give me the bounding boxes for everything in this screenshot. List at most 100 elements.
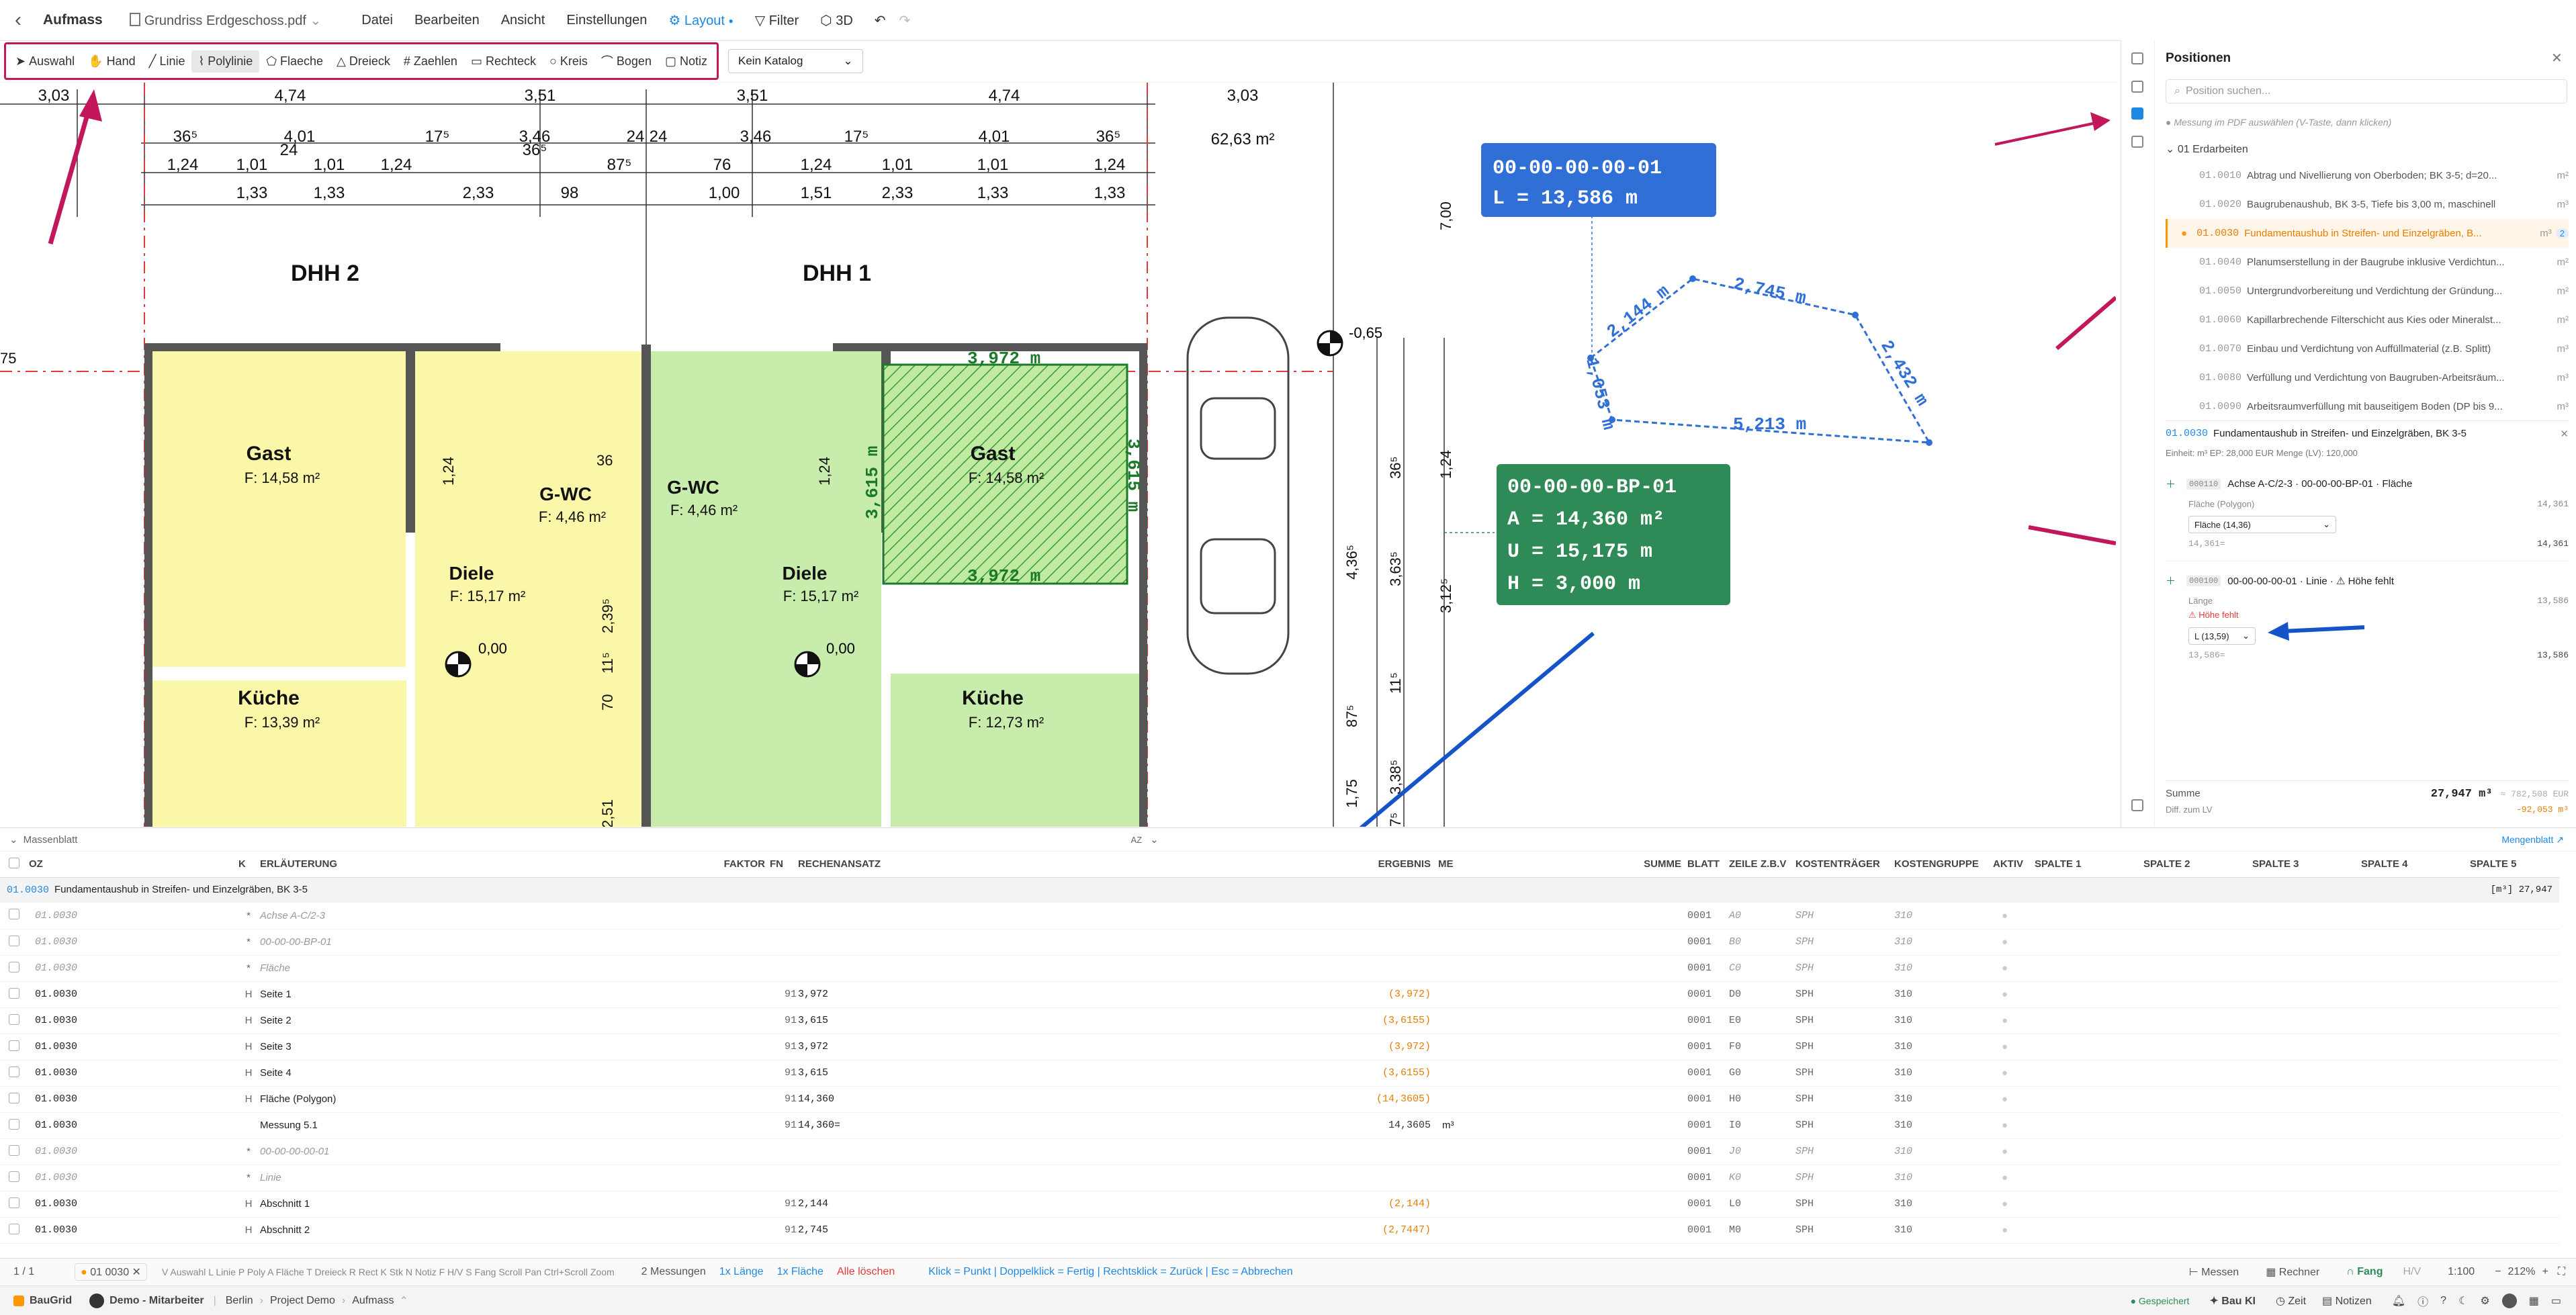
table-cell[interactable]: ● xyxy=(1992,929,2034,955)
row-checkbox[interactable] xyxy=(9,1066,19,1077)
cell-oz[interactable]: 01.0030 xyxy=(28,1112,238,1138)
cell-kt[interactable]: SPH xyxy=(1795,1191,1894,1217)
table-cell[interactable] xyxy=(0,1165,28,1191)
table-cell[interactable] xyxy=(0,1034,28,1060)
table-cell[interactable] xyxy=(2252,929,2360,955)
row-checkbox[interactable] xyxy=(9,1223,19,1234)
row-checkbox[interactable] xyxy=(9,1197,19,1208)
cell-fn[interactable] xyxy=(766,1165,797,1191)
table-row[interactable]: 01.0030 * Achse A-C/2-3 0001 A0 SPH 310 ● xyxy=(0,903,2559,929)
table-cell[interactable] xyxy=(1479,1086,1682,1112)
cell-erg[interactable]: (2,7447) xyxy=(1222,1217,1431,1243)
table-cell[interactable] xyxy=(2252,1086,2360,1112)
col-zeile[interactable]: ZEILE xyxy=(1728,852,1760,877)
table-cell[interactable]: ● xyxy=(1992,1165,2034,1191)
table-cell[interactable] xyxy=(2469,1086,2559,1112)
cell-k[interactable]: H xyxy=(238,1034,259,1060)
cell-zeile[interactable]: B0 xyxy=(1728,929,1760,955)
bell-icon[interactable]: 🔔︎ xyxy=(2392,1294,2405,1308)
active-dot-icon[interactable]: ● xyxy=(2002,1041,2008,1052)
table-cell[interactable] xyxy=(0,1007,28,1034)
cell-fn[interactable]: 91 xyxy=(766,1217,797,1243)
table-cell[interactable] xyxy=(2252,1191,2360,1217)
cell-zeile[interactable]: C0 xyxy=(1728,955,1760,981)
tool-polylinie[interactable]: ⌇ Polylinie xyxy=(191,50,260,73)
table-row[interactable]: 01.0030 H Seite 3 91 3,972 (3,972) 0001 F0 SPH 31… xyxy=(0,1034,2559,1060)
table-cell[interactable] xyxy=(2143,1165,2252,1191)
measure-select[interactable]: Fläche (14,36) ⌄ xyxy=(2188,516,2336,533)
table-cell[interactable] xyxy=(2034,1086,2143,1112)
cell-blatt[interactable]: 0001 xyxy=(1682,1060,1728,1086)
tool-kreis[interactable]: ○ Kreis xyxy=(543,50,594,73)
cell-kg[interactable]: 310 xyxy=(1894,1034,1992,1060)
file-selector[interactable]: Grundriss Erdgeschoss.pdf ⌄ xyxy=(129,12,321,29)
cell-kt[interactable]: SPH xyxy=(1795,1138,1894,1165)
table-cell[interactable]: ● xyxy=(1992,1007,2034,1034)
cell-me[interactable] xyxy=(1431,1138,1479,1165)
table-cell[interactable] xyxy=(1479,1007,1682,1034)
cell-blatt[interactable]: 0001 xyxy=(1682,1112,1728,1138)
table-row[interactable]: 01.0030 H Seite 4 91 3,615 (3,6155) 0001 G0 SPH 3… xyxy=(0,1060,2559,1086)
list-item[interactable]: 01.0010 Abtrag und Nivellierung von Oberb… xyxy=(2166,161,2569,190)
table-cell[interactable] xyxy=(2143,1007,2252,1034)
active-dot-icon[interactable]: ● xyxy=(2002,1120,2008,1131)
table-cell[interactable] xyxy=(2469,981,2559,1007)
active-dot-icon[interactable]: ● xyxy=(2002,1067,2008,1079)
edit-icon[interactable] xyxy=(2131,52,2143,64)
active-dot-icon[interactable]: ● xyxy=(2002,1093,2008,1105)
table-cell[interactable] xyxy=(2143,903,2252,929)
cell-blatt[interactable]: 0001 xyxy=(1682,929,1728,955)
table-cell[interactable] xyxy=(2360,1217,2469,1243)
list-item-active[interactable]: ● 01.0030 Fundamentaushub in Streifen- und… xyxy=(2166,219,2569,248)
table-cell[interactable] xyxy=(697,955,766,981)
cell-fn[interactable] xyxy=(766,955,797,981)
tool-bogen[interactable]: ⌒ Bogen xyxy=(594,48,658,74)
table-row[interactable]: 01.0030 H Abschnitt 1 91 2,144 (2,144) 0001 L0 S… xyxy=(0,1191,2559,1217)
table-cell[interactable] xyxy=(2252,981,2360,1007)
list-item[interactable]: 01.0040 Planumserstellung in der Baugrube… xyxy=(2166,248,2569,277)
table-cell[interactable] xyxy=(2034,1060,2143,1086)
cell-zeile[interactable]: J0 xyxy=(1728,1138,1760,1165)
cell-kt[interactable]: SPH xyxy=(1795,1112,1894,1138)
table-cell[interactable] xyxy=(2360,903,2469,929)
cell-fn[interactable] xyxy=(766,1138,797,1165)
col-zbv[interactable]: Z.B.V xyxy=(1760,852,1795,877)
table-cell[interactable] xyxy=(2143,1034,2252,1060)
catalog-select[interactable]: Kein Katalog ⌄ xyxy=(728,49,863,73)
print-icon[interactable] xyxy=(2131,136,2143,148)
cell-erl[interactable]: Fläche xyxy=(259,955,697,981)
cell-kg[interactable]: 310 xyxy=(1894,981,1992,1007)
table-cell[interactable]: ● xyxy=(1992,903,2034,929)
clear-all-button[interactable]: Alle löschen xyxy=(837,1266,895,1278)
cell-k[interactable]: * xyxy=(238,955,259,981)
cell-fn[interactable]: 91 xyxy=(766,981,797,1007)
cell-blatt[interactable]: 0001 xyxy=(1682,1007,1728,1034)
table-cell[interactable] xyxy=(1479,1138,1682,1165)
cell-kg[interactable]: 310 xyxy=(1894,1138,1992,1165)
screen-icon[interactable]: ▭ xyxy=(2551,1294,2561,1308)
cell-me[interactable] xyxy=(1431,1191,1479,1217)
table-cell[interactable] xyxy=(1479,1060,1682,1086)
cell-ra[interactable]: 14,360= xyxy=(797,1112,1222,1138)
table-cell[interactable] xyxy=(2360,1112,2469,1138)
cell-erg[interactable] xyxy=(1222,929,1431,955)
row-checkbox[interactable] xyxy=(9,961,19,972)
cell-ra[interactable]: 3,972 xyxy=(797,981,1222,1007)
cell-k[interactable]: * xyxy=(238,1165,259,1191)
list-item[interactable]: 01.0060 Kapillarbrechende Filterschicht a… xyxy=(2166,306,2569,334)
cell-fn[interactable]: 91 xyxy=(766,1086,797,1112)
table-cell[interactable] xyxy=(2469,929,2559,955)
cell-blatt[interactable]: 0001 xyxy=(1682,1034,1728,1060)
cell-erg[interactable]: (3,972) xyxy=(1222,981,1431,1007)
cell-erl[interactable]: Seite 3 xyxy=(259,1034,697,1060)
table-cell[interactable] xyxy=(0,929,28,955)
table-cell[interactable] xyxy=(2360,1191,2469,1217)
cell-ra[interactable] xyxy=(797,929,1222,955)
undo-icon[interactable]: ↶ xyxy=(875,12,886,29)
table-cell[interactable] xyxy=(2469,1165,2559,1191)
table-cell[interactable] xyxy=(2034,1217,2143,1243)
tool-zaehlen[interactable]: # Zaehlen xyxy=(397,50,464,73)
table-cell[interactable] xyxy=(1760,1060,1795,1086)
notes-button[interactable]: ▤ Notizen xyxy=(2322,1294,2372,1308)
cell-oz[interactable]: 01.0030 xyxy=(28,1086,238,1112)
